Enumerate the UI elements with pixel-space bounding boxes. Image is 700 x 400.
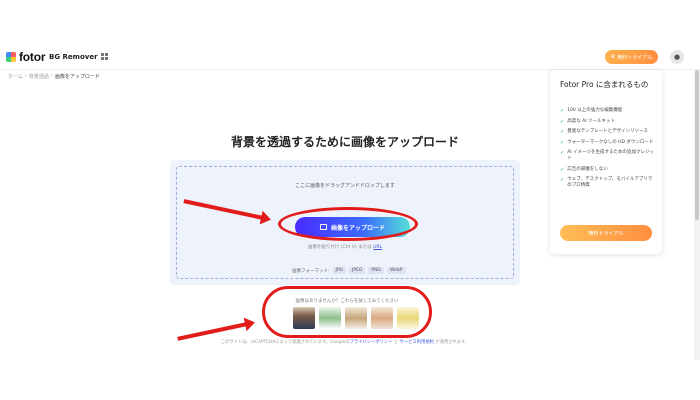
pro-feature-item: ✓ ウォーターマークなしの HD ダウンロード [560,140,656,146]
pro-feature-text: 豊富なテンプレートとデザインリソース [567,129,648,134]
paste-hint: 画像を貼り付け (Ctrl V) または URL [177,244,513,250]
user-avatar-icon[interactable]: ● [670,50,684,64]
check-icon: ✓ [560,177,565,183]
pro-feature-item: ✓ 高度な AI ツールキット [560,119,656,125]
fotor-logo-icon [6,52,16,62]
formats-label: 画像フォーマット: [292,268,330,274]
free-trial-header-button[interactable]: ♛ 無料トライアル [605,50,658,64]
product-name[interactable]: BG Remover [49,53,98,61]
free-trial-card-button[interactable]: 無料トライアル [560,225,652,241]
pro-feature-item: ✓ 広告の邪魔をしない [560,167,656,173]
pro-feature-list: ✓ 100 以上の強力な編集機能 ✓ 高度な AI ツールキット ✓ 豊富なテンプレー… [560,108,656,194]
page-scrollbar[interactable] [694,70,700,360]
fotor-logo[interactable]: fotor [6,50,46,64]
breadcrumb: ホーム › 背景透過 › 画像をアップロード [8,73,100,80]
breadcrumb-home[interactable]: ホーム [8,73,23,80]
pro-feature-item: ✓ AI イメージを生成するための追加クレジット [560,150,656,162]
annotation-arrow-icon [177,321,253,341]
pro-feature-text: 高度な AI ツールキット [567,118,615,124]
annotation-circle-samples [262,286,432,338]
check-icon: ✓ [560,166,565,173]
pro-feature-item: ✓ 100 以上の強力な編集機能 [560,108,656,114]
annotation-circle-upload [278,207,418,241]
terms-of-service-link[interactable]: サービス利用規約 [400,340,434,345]
top-navigation-bar: fotor BG Remover ♛ 無料トライアル ● [0,44,700,70]
free-trial-header-label: 無料トライアル [617,54,653,61]
logo-text: fotor [19,50,46,64]
paste-hint-text: 画像を貼り付け (Ctrl V) または [307,245,374,250]
footer-text: このサイトは、reCAPTCHAによって保護されています。Googleの [220,340,350,345]
format-badge: PNG [368,267,384,274]
pro-feature-item: ✓ ウェブ、デスクトップ、モバイルアプリでのプロ特典 [560,177,656,189]
apps-grid-icon[interactable] [101,53,108,60]
fotor-pro-card: Fotor Pro に含まれるもの ✓ 100 以上の強力な編集機能 ✓ 高度な A… [550,70,662,254]
check-icon: ✓ [560,118,565,125]
url-link[interactable]: URL [373,245,382,250]
page-title: 背景を透過するために画像をアップロード [230,135,459,149]
breadcrumb-separator-icon: › [50,73,53,79]
recaptcha-notice: このサイトは、reCAPTCHAによって保護されています。Googleのプライバ… [170,339,520,345]
footer-text: が適用されます。 [433,340,470,345]
pro-feature-text: ウェブ、デスクトップ、モバイルアプリでのプロ特典 [567,177,653,188]
format-badge: WebP [387,267,406,274]
pro-feature-text: ウォーターマークなしの HD ダウンロード [567,139,654,145]
breadcrumb-separator-icon: › [24,73,27,79]
breadcrumb-current: 画像をアップロード [54,74,100,80]
scrollbar-thumb[interactable] [695,70,699,220]
drop-instruction: ここに画像をドラッグアンドドロップします [295,183,395,189]
format-badge: JPEG [349,267,366,274]
check-icon: ✓ [560,150,565,156]
footer-text: と [392,340,400,345]
privacy-policy-link[interactable]: プライバシーポリシー [350,340,393,345]
breadcrumb-bg-remover[interactable]: 背景透過 [29,73,49,80]
format-badge: JPG [332,267,347,274]
pro-feature-text: AI イメージを生成するための追加クレジット [567,150,654,161]
check-icon: ✓ [560,129,565,135]
pro-feature-text: 100 以上の強力な編集機能 [567,108,623,113]
check-icon: ✓ [560,139,565,146]
check-icon: ✓ [560,108,565,114]
pro-card-title: Fotor Pro に含まれるもの [560,80,649,89]
pro-feature-item: ✓ 豊富なテンプレートとデザインリソース [560,129,656,135]
crown-icon: ♛ [610,54,616,60]
supported-formats: 画像フォーマット: JPG JPEG PNG WebP [292,267,406,274]
pro-feature-text: 広告の邪魔をしない [567,166,608,172]
